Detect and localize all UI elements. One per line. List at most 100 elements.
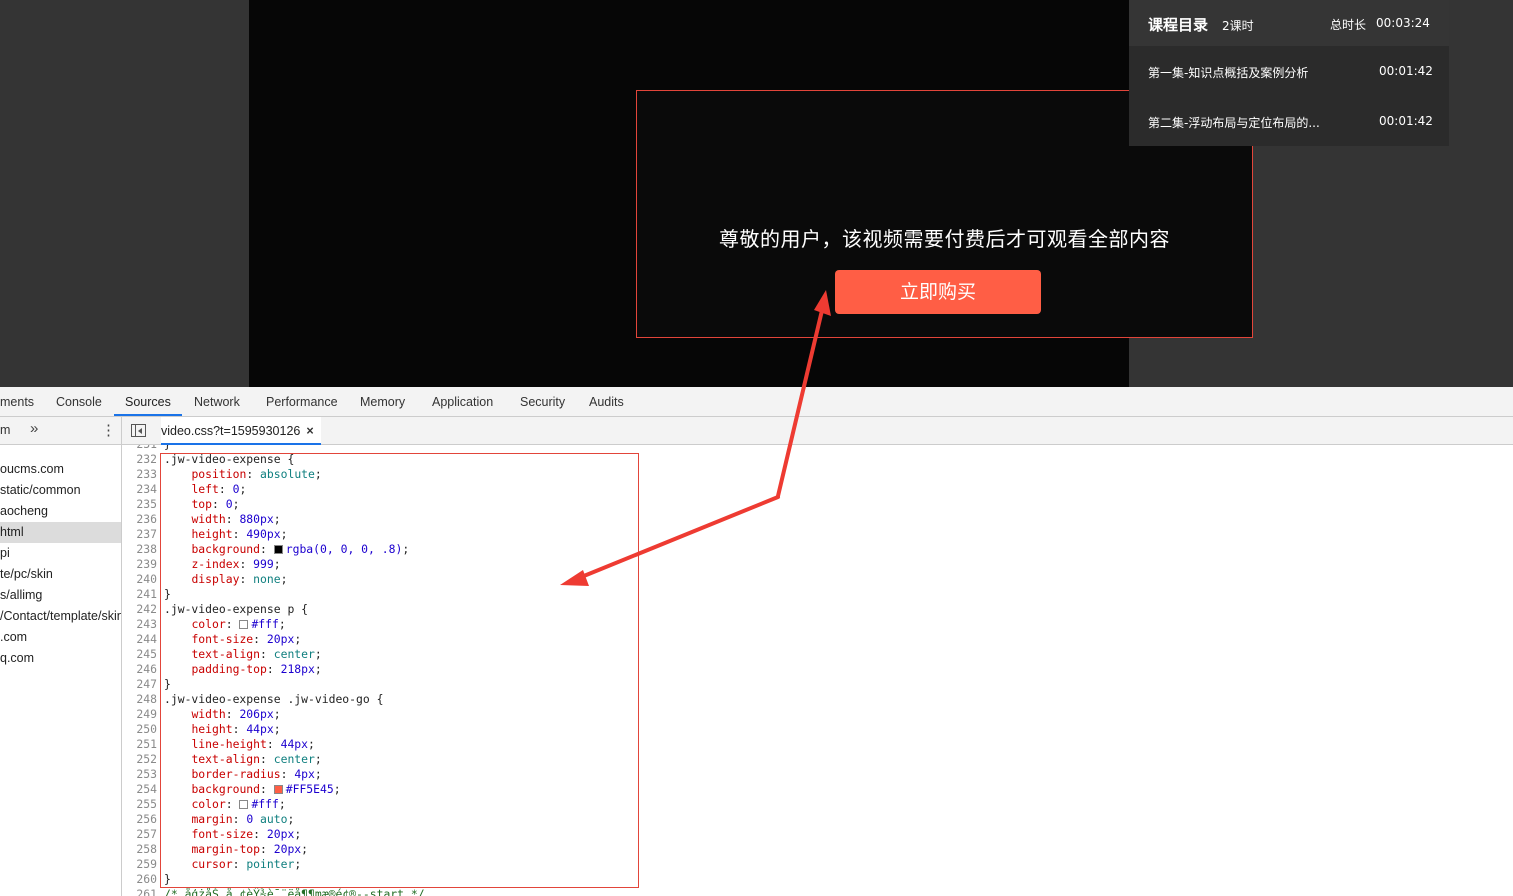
lesson-item[interactable]: 第二集-浮动布局与定位布局的... 00:01:42 xyxy=(1129,96,1449,146)
line-number[interactable]: 239 xyxy=(122,557,157,572)
code-token: color xyxy=(191,797,226,811)
navigator-item[interactable]: /Contact/template/skin xyxy=(0,606,121,627)
tab-elements[interactable]: ments xyxy=(0,387,34,416)
line-number[interactable]: 251 xyxy=(122,737,157,752)
code-text: .jw-video-expense { xyxy=(164,452,294,467)
line-number[interactable]: 256 xyxy=(122,812,157,827)
navigator-item[interactable]: pi xyxy=(0,543,121,564)
tab-audits[interactable]: Audits xyxy=(589,387,624,416)
color-swatch[interactable] xyxy=(273,545,283,554)
line-number[interactable]: 233 xyxy=(122,467,157,482)
line-number[interactable]: 261 xyxy=(122,887,157,896)
line-number[interactable]: 242 xyxy=(122,602,157,617)
navigator-item[interactable]: static/common xyxy=(0,480,121,501)
line-number[interactable]: 260 xyxy=(122,872,157,887)
code-token: .jw-video-expense .jw-video-go { xyxy=(164,692,384,706)
total-duration-label: 总时长 xyxy=(1330,18,1367,32)
code-token: 206px xyxy=(239,707,274,721)
code-line: 232 .jw-video-expense { xyxy=(122,452,294,467)
line-number[interactable]: 253 xyxy=(122,767,157,782)
line-number[interactable]: 247 xyxy=(122,677,157,692)
navigator-item[interactable]: q.com xyxy=(0,648,121,669)
line-number[interactable]: 250 xyxy=(122,722,157,737)
code-token: line-height xyxy=(191,737,267,751)
code-token: : xyxy=(280,767,295,781)
toggle-navigator-icon[interactable] xyxy=(131,424,146,437)
navigator-item-selected[interactable]: html xyxy=(0,522,121,543)
line-number[interactable]: 235 xyxy=(122,497,157,512)
tab-memory[interactable]: Memory xyxy=(360,387,405,416)
more-tabs-icon[interactable]: » xyxy=(30,420,38,437)
tab-sources[interactable]: Sources xyxy=(114,387,182,416)
code-text: background: #FF5E45; xyxy=(164,782,340,797)
color-swatch[interactable] xyxy=(273,785,283,794)
editor-file-tab[interactable]: video.css?t=1595930126 × xyxy=(161,417,321,445)
line-number[interactable]: 245 xyxy=(122,647,157,662)
code-line: 254 background: #FF5E45; xyxy=(122,782,340,797)
lesson-duration: 00:01:42 xyxy=(1379,64,1433,78)
code-line: 240 display: none; xyxy=(122,572,287,587)
more-options-icon[interactable]: ⋮ xyxy=(101,421,116,439)
lesson-item[interactable]: 第一集-知识点概括及案例分析 00:01:42 xyxy=(1129,46,1449,96)
line-number[interactable]: 244 xyxy=(122,632,157,647)
line-number[interactable]: 238 xyxy=(122,542,157,557)
code-token: 880px xyxy=(239,512,274,526)
code-line: 243 color: #fff; xyxy=(122,617,285,632)
tab-security[interactable]: Security xyxy=(520,387,565,416)
catalog-title: 课程目录 xyxy=(1148,16,1209,34)
line-number[interactable]: 236 xyxy=(122,512,157,527)
buy-now-button[interactable]: 立即购买 xyxy=(835,270,1041,314)
navigator-item[interactable]: oucms.com xyxy=(0,459,121,480)
line-number[interactable]: 257 xyxy=(122,827,157,842)
navigator-item[interactable]: .com xyxy=(0,627,121,648)
code-editor[interactable]: 231}232.jw-video-expense {233 position: … xyxy=(122,445,1513,896)
code-text: background: rgba(0, 0, 0, .8); xyxy=(164,542,409,557)
line-number[interactable]: 241 xyxy=(122,587,157,602)
tab-application[interactable]: Application xyxy=(432,387,493,416)
line-number[interactable]: 254 xyxy=(122,782,157,797)
tab-network[interactable]: Network xyxy=(194,387,240,416)
devtools-panel: ments Console Sources Network Performanc… xyxy=(0,387,1513,896)
code-token: ; xyxy=(280,572,288,586)
line-number[interactable]: 243 xyxy=(122,617,157,632)
line-number[interactable]: 259 xyxy=(122,857,157,872)
code-token: : xyxy=(266,737,281,751)
line-number[interactable]: 255 xyxy=(122,797,157,812)
line-number[interactable]: 234 xyxy=(122,482,157,497)
navigator-item[interactable]: aocheng xyxy=(0,501,121,522)
video-player[interactable]: 尊敬的用户，该视频需要付费后才可观看全部内容 立即购买 xyxy=(249,0,1253,387)
code-token: 999 xyxy=(253,557,274,571)
code-token: height xyxy=(191,722,233,736)
code-token: ; xyxy=(314,467,322,481)
code-line: 242 .jw-video-expense p { xyxy=(122,602,308,617)
navigator-tab-page[interactable]: m xyxy=(0,423,10,437)
code-line: 258 margin-top: 20px; xyxy=(122,842,308,857)
line-number[interactable]: 231 xyxy=(122,445,157,452)
navigator-item[interactable]: s/allimg xyxy=(0,585,121,606)
line-number[interactable]: 237 xyxy=(122,527,157,542)
code-line: 252 text-align: center; xyxy=(122,752,321,767)
tab-performance[interactable]: Performance xyxy=(266,387,338,416)
tab-console[interactable]: Console xyxy=(56,387,102,416)
color-swatch[interactable] xyxy=(239,620,249,629)
line-number[interactable]: 258 xyxy=(122,842,157,857)
code-token: .jw-video-expense { xyxy=(164,452,295,466)
navigator-item[interactable]: te/pc/skin xyxy=(0,564,121,585)
color-swatch[interactable] xyxy=(239,800,249,809)
line-number[interactable]: 252 xyxy=(122,752,157,767)
close-icon[interactable]: × xyxy=(306,417,313,445)
line-number[interactable]: 240 xyxy=(122,572,157,587)
line-number[interactable]: 248 xyxy=(122,692,157,707)
code-text: color: #fff; xyxy=(164,797,285,812)
code-text: font-size: 20px; xyxy=(164,632,301,647)
code-token: : xyxy=(266,662,281,676)
line-number[interactable]: 249 xyxy=(122,707,157,722)
line-number[interactable]: 232 xyxy=(122,452,157,467)
code-token: ; xyxy=(273,722,281,736)
code-token: : xyxy=(218,482,233,496)
line-number[interactable]: 246 xyxy=(122,662,157,677)
